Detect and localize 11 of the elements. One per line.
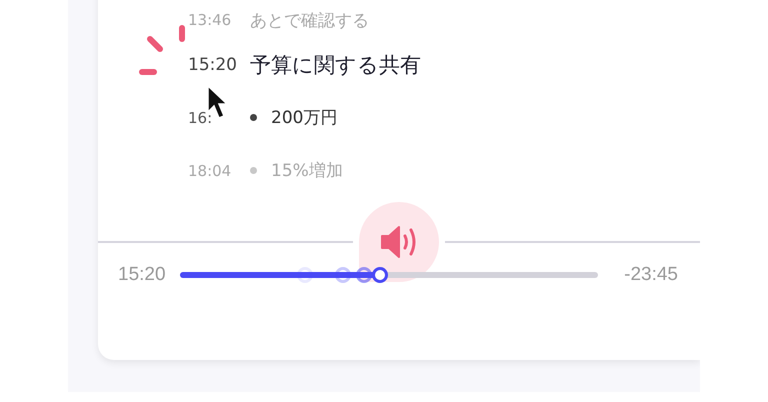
timestamp: 18:04 xyxy=(188,162,232,180)
progress-slider[interactable] xyxy=(180,266,598,284)
bullet-icon xyxy=(250,167,257,174)
elapsed-time: 15:20 xyxy=(118,264,166,286)
transcript-line[interactable]: 予算に関する共有 xyxy=(250,50,421,78)
remaining-time: -23:45 xyxy=(624,264,678,286)
transcript-line[interactable]: 200万円 xyxy=(271,106,338,129)
bullet-icon xyxy=(250,114,257,121)
timestamp: 13:46 xyxy=(188,11,232,29)
timestamp: 16: xyxy=(188,108,214,126)
timestamp: 15:20 xyxy=(188,54,238,74)
